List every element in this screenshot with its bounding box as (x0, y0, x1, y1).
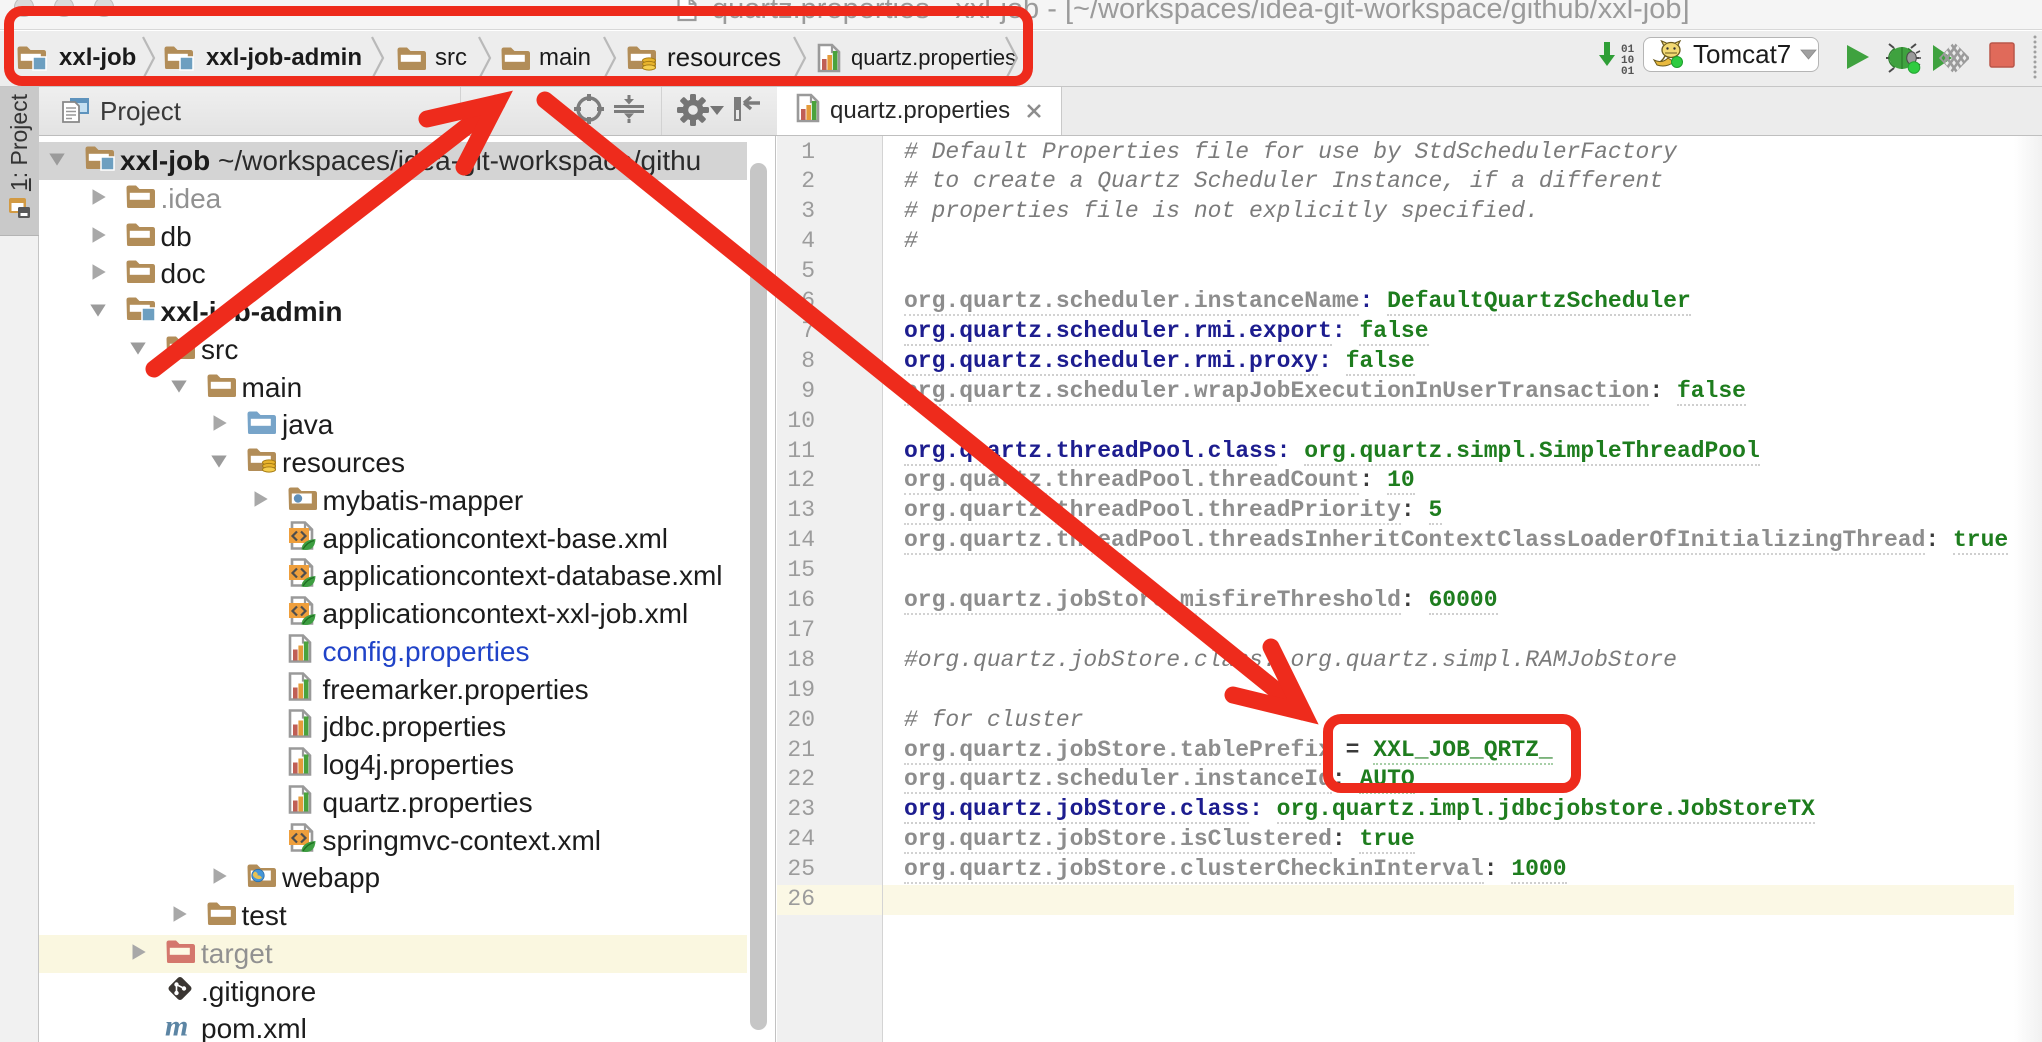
svg-text:m: m (165, 1012, 188, 1040)
svg-text:01: 01 (1621, 66, 1635, 78)
